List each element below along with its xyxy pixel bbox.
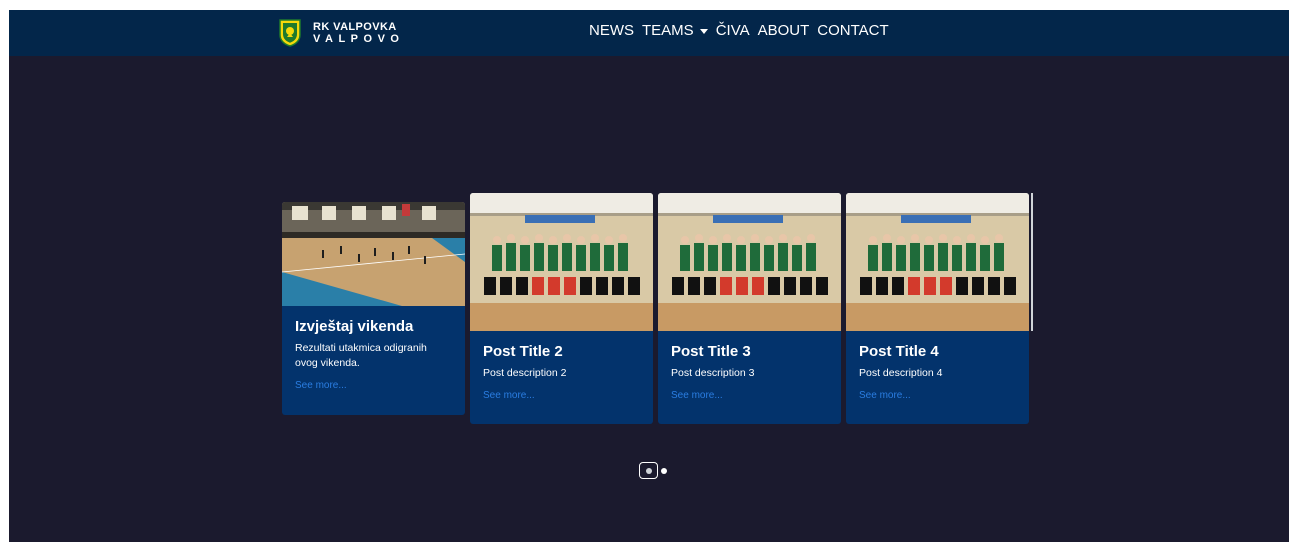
card-see-more-link[interactable]: See more... (859, 390, 1016, 401)
card-image-team-photo (658, 193, 841, 331)
card-title: Post Title 2 (483, 343, 563, 360)
news-card-2[interactable]: Post Title 2 Post description 2 See more… (470, 193, 653, 424)
indicator-dot-icon (645, 467, 652, 474)
nav-about[interactable]: ABOUT (758, 22, 810, 39)
page-frame: RK VALPOVKA VALPOVO NEWS TEAMS ČIVA ABOU… (9, 10, 1289, 542)
card-see-more-link[interactable]: See more... (671, 390, 828, 401)
carousel-indicator-1[interactable] (639, 462, 658, 479)
card-title: Post Title 4 (859, 343, 939, 360)
nav-contact[interactable]: CONTACT (817, 22, 888, 39)
news-card-3[interactable]: Post Title 3 Post description 3 See more… (658, 193, 841, 424)
card-title: Izvještaj vikenda (295, 318, 414, 335)
card-see-more-link[interactable]: See more... (483, 390, 640, 401)
card-description: Rezultati utakmica odigranih ovog vikend… (295, 342, 427, 369)
card-description: Post description 2 (483, 367, 567, 379)
card-body: Post Title 4 Post description 4 See more… (846, 331, 1029, 413)
carousel-indicator-2[interactable] (661, 467, 667, 474)
card-see-more-link[interactable]: See more... (295, 380, 452, 391)
news-card-1[interactable]: Izvještaj vikenda Rezultati utakmica odi… (282, 202, 465, 415)
brand-city: VALPOVO (313, 32, 405, 45)
card-image-team-photo (470, 193, 653, 331)
main-nav: NEWS TEAMS ČIVA ABOUT CONTACT (589, 22, 889, 39)
card-body: Post Title 3 Post description 3 See more… (658, 331, 841, 413)
caret-down-icon (699, 28, 708, 34)
card-image-team-photo (846, 193, 1029, 331)
card-body: Post Title 2 Post description 2 See more… (470, 331, 653, 413)
card-title: Post Title 3 (671, 343, 751, 360)
shield-logo-icon (279, 19, 301, 47)
brand-link[interactable]: RK VALPOVKA VALPOVO (279, 17, 404, 49)
nav-teams-label: TEAMS (642, 22, 694, 39)
nav-civa[interactable]: ČIVA (716, 22, 750, 39)
card-body: Izvještaj vikenda Rezultati utakmica odi… (282, 306, 465, 403)
carousel-indicators (639, 462, 667, 479)
nav-news[interactable]: NEWS (589, 22, 634, 39)
brand-text: RK VALPOVKA VALPOVO (313, 20, 405, 45)
navbar: RK VALPOVKA VALPOVO NEWS TEAMS ČIVA ABOU… (9, 10, 1289, 56)
card-description: Post description 3 (671, 367, 755, 379)
card-description: Post description 4 (859, 367, 943, 379)
nav-teams-dropdown[interactable]: TEAMS (642, 22, 708, 39)
news-card-4[interactable]: Post Title 4 Post description 4 See more… (846, 193, 1029, 424)
next-card-edge (1031, 193, 1033, 331)
brand-name: RK VALPOVKA (313, 20, 397, 33)
card-image-sports-hall (282, 202, 465, 306)
